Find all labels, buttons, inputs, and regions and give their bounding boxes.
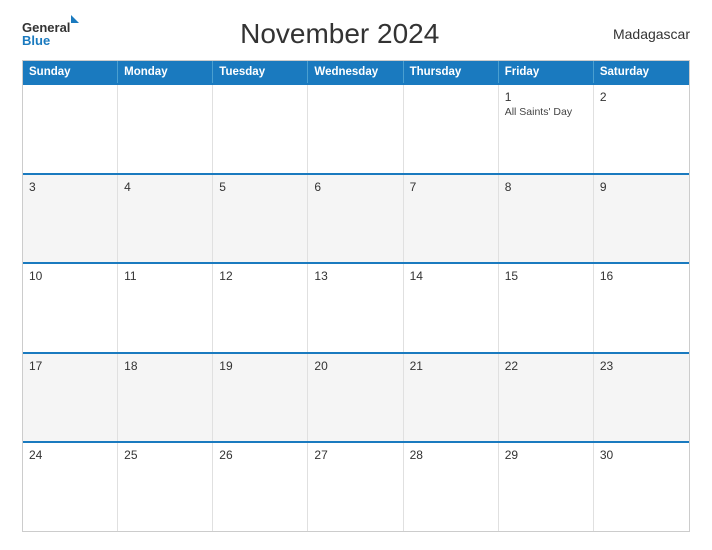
- calendar-cell: 11: [118, 264, 213, 352]
- header-day-friday: Friday: [499, 61, 594, 83]
- calendar-cell: 7: [404, 175, 499, 263]
- calendar-cell: 18: [118, 354, 213, 442]
- day-number: 22: [505, 359, 587, 373]
- day-number: 27: [314, 448, 396, 462]
- day-event: All Saints' Day: [505, 106, 587, 120]
- calendar-page: General Blue November 2024 Madagascar Su…: [0, 0, 712, 550]
- calendar-cell: 16: [594, 264, 689, 352]
- day-number: 5: [219, 180, 301, 194]
- calendar-cell: 25: [118, 443, 213, 531]
- day-number: 18: [124, 359, 206, 373]
- day-number: 9: [600, 180, 683, 194]
- calendar-cell: 19: [213, 354, 308, 442]
- day-number: 28: [410, 448, 492, 462]
- calendar-cell: 28: [404, 443, 499, 531]
- header-day-wednesday: Wednesday: [308, 61, 403, 83]
- country-label: Madagascar: [600, 26, 690, 42]
- calendar-cell: 30: [594, 443, 689, 531]
- calendar-cell: [118, 85, 213, 173]
- calendar-cell: 23: [594, 354, 689, 442]
- header-day-sunday: Sunday: [23, 61, 118, 83]
- day-number: 6: [314, 180, 396, 194]
- header-day-thursday: Thursday: [404, 61, 499, 83]
- day-number: 26: [219, 448, 301, 462]
- calendar-cell: 20: [308, 354, 403, 442]
- calendar-cell: 9: [594, 175, 689, 263]
- day-number: 19: [219, 359, 301, 373]
- calendar-cell: 10: [23, 264, 118, 352]
- day-number: 15: [505, 269, 587, 283]
- day-number: 10: [29, 269, 111, 283]
- day-number: 13: [314, 269, 396, 283]
- day-number: 20: [314, 359, 396, 373]
- logo: General Blue: [22, 21, 79, 47]
- day-number: 7: [410, 180, 492, 194]
- calendar-cell: 3: [23, 175, 118, 263]
- calendar-cell: 27: [308, 443, 403, 531]
- calendar-cell: 14: [404, 264, 499, 352]
- day-number: 29: [505, 448, 587, 462]
- calendar-cell: 5: [213, 175, 308, 263]
- day-number: 2: [600, 90, 683, 104]
- day-number: 3: [29, 180, 111, 194]
- day-number: 25: [124, 448, 206, 462]
- header-day-tuesday: Tuesday: [213, 61, 308, 83]
- day-number: 23: [600, 359, 683, 373]
- calendar-cell: 12: [213, 264, 308, 352]
- calendar-cell: 6: [308, 175, 403, 263]
- day-number: 17: [29, 359, 111, 373]
- calendar-cell: 13: [308, 264, 403, 352]
- calendar-cell: [23, 85, 118, 173]
- calendar-cell: [308, 85, 403, 173]
- calendar-cell: 22: [499, 354, 594, 442]
- calendar-cell: 1 All Saints' Day: [499, 85, 594, 173]
- calendar-cell: 2: [594, 85, 689, 173]
- calendar-cell: [213, 85, 308, 173]
- calendar-week-2: 3456789: [23, 173, 689, 263]
- calendar-cell: 4: [118, 175, 213, 263]
- logo-triangle-icon: [71, 15, 79, 23]
- calendar-header-row: SundayMondayTuesdayWednesdayThursdayFrid…: [23, 61, 689, 83]
- calendar-cell: 8: [499, 175, 594, 263]
- calendar-week-1: 1 All Saints' Day 2: [23, 83, 689, 173]
- day-number: 24: [29, 448, 111, 462]
- calendar-cell: 15: [499, 264, 594, 352]
- header-day-saturday: Saturday: [594, 61, 689, 83]
- day-number: 16: [600, 269, 683, 283]
- day-number: 21: [410, 359, 492, 373]
- calendar-cell: 29: [499, 443, 594, 531]
- calendar-week-4: 17 18 19 20 21 22 23: [23, 352, 689, 442]
- day-number: 14: [410, 269, 492, 283]
- day-number: 12: [219, 269, 301, 283]
- calendar-cell: 21: [404, 354, 499, 442]
- logo-blue: Blue: [22, 34, 50, 47]
- calendar: SundayMondayTuesdayWednesdayThursdayFrid…: [22, 60, 690, 532]
- calendar-cell: 26: [213, 443, 308, 531]
- header-day-monday: Monday: [118, 61, 213, 83]
- month-title: November 2024: [79, 18, 600, 50]
- day-number: 1: [505, 90, 587, 104]
- calendar-cell: 24: [23, 443, 118, 531]
- day-number: 30: [600, 448, 683, 462]
- calendar-week-5: 24 25 26 27 28 29 30: [23, 441, 689, 531]
- calendar-cell: 17: [23, 354, 118, 442]
- day-number: 4: [124, 180, 206, 194]
- header: General Blue November 2024 Madagascar: [22, 18, 690, 50]
- day-number: 11: [124, 269, 206, 283]
- calendar-cell: [404, 85, 499, 173]
- calendar-week-3: 10 11 12 13 14 15 16: [23, 262, 689, 352]
- day-number: 8: [505, 180, 587, 194]
